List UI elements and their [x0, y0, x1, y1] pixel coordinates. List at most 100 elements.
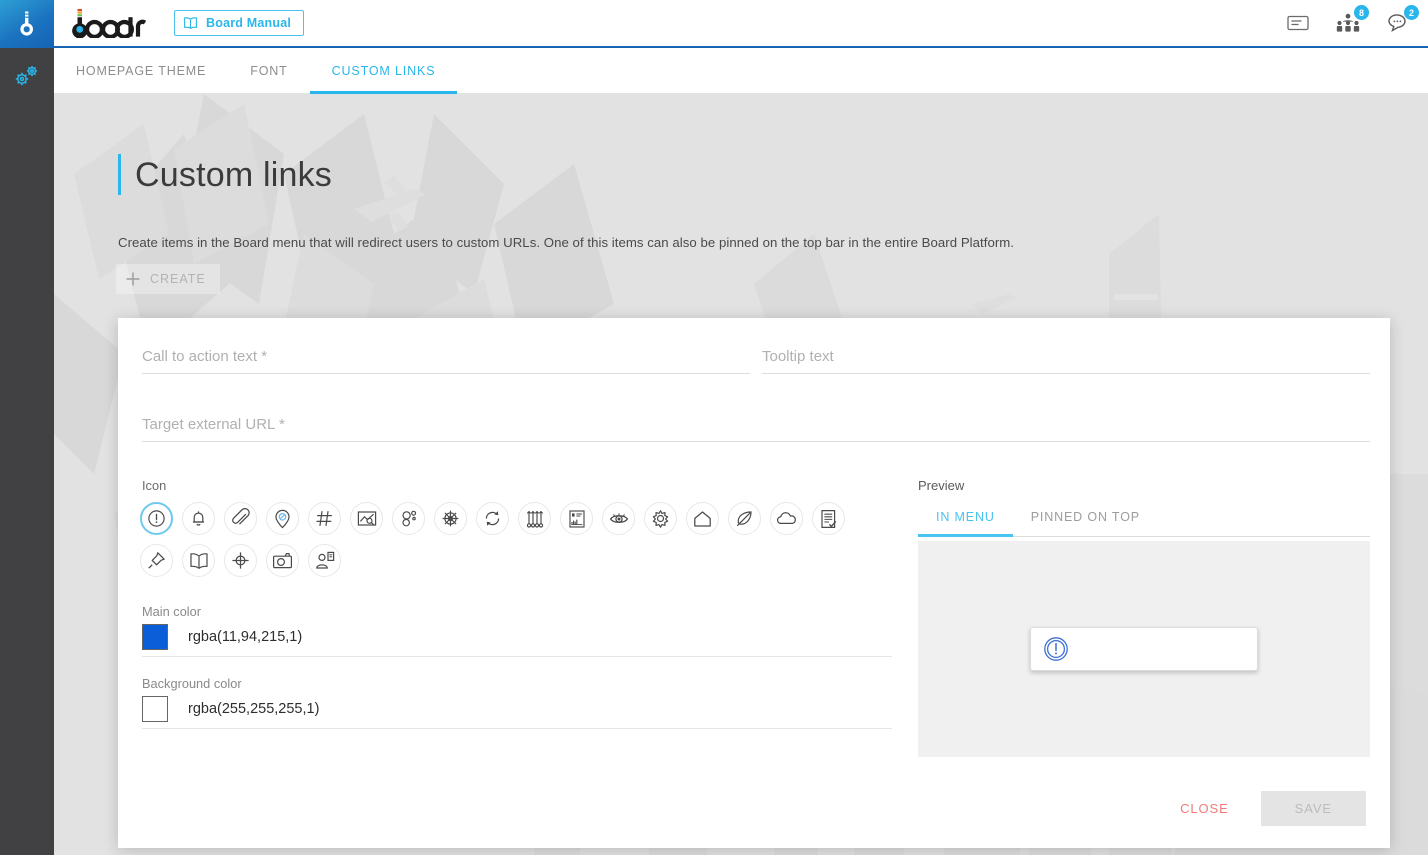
icon-option-ship-wheel-icon[interactable] [434, 502, 467, 535]
paperclip-icon [232, 508, 250, 525]
book-icon [184, 17, 197, 29]
bubbles-icon [402, 510, 417, 527]
people-badge: 8 [1354, 5, 1369, 20]
icon-option-chart-image-icon[interactable] [350, 502, 383, 535]
main-color-line: rgba(11,94,215,1) [142, 624, 892, 657]
board-manual-button[interactable]: Board Manual [174, 10, 305, 36]
icon-option-location-pin-icon[interactable] [266, 502, 299, 535]
icon-option-crosshair-icon[interactable] [224, 544, 257, 577]
icon-option-cloud-icon[interactable] [770, 502, 803, 535]
chat-bubble-icon[interactable]: 2 [1384, 5, 1419, 36]
tooltip-input[interactable] [762, 340, 1370, 373]
close-button[interactable]: CLOSE [1170, 793, 1239, 824]
page-body: Custom links Create items in the Board m… [54, 94, 1428, 855]
main-color-swatch[interactable] [142, 624, 168, 650]
main-color-row: Main color rgba(11,94,215,1) [142, 604, 892, 657]
background-color-line: rgba(255,255,255,1) [142, 696, 892, 729]
sliders-icon [526, 510, 543, 528]
alert-circle-icon [148, 510, 165, 527]
board-b-logo-icon [20, 11, 33, 36]
icon-option-gear-icon[interactable] [644, 502, 677, 535]
dialog-footer: CLOSE SAVE [1170, 791, 1366, 826]
background-color-row: Background color rgba(255,255,255,1) [142, 676, 892, 729]
page-content: Custom links Create items in the Board m… [54, 94, 1428, 855]
bell-icon [192, 511, 205, 526]
custom-link-dialog: Icon [118, 318, 1390, 848]
home-icon [694, 510, 711, 527]
user-clipboard-icon [315, 551, 334, 569]
chat-badge: 2 [1404, 5, 1419, 20]
preview-label: Preview [918, 478, 965, 493]
gear-icon [652, 510, 669, 528]
icon-option-sliders-icon[interactable] [518, 502, 551, 535]
gears-icon[interactable] [12, 62, 42, 90]
board-wordmark-icon [72, 9, 147, 38]
page-title: Custom links [135, 156, 333, 194]
camera-icon [273, 552, 292, 568]
icon-option-leaf-icon[interactable] [728, 502, 761, 535]
target-url-input[interactable] [142, 408, 1370, 441]
main-color-value: rgba(11,94,215,1) [188, 629, 303, 645]
icon-option-crop-frame-icon[interactable] [560, 502, 593, 535]
open-book-icon [189, 552, 208, 569]
card-glyph-icon [1287, 15, 1309, 31]
create-button[interactable]: CREATE [116, 264, 220, 294]
left-rail [0, 0, 54, 855]
tab-homepage-theme[interactable]: HOMEPAGE THEME [54, 50, 228, 94]
refresh-icon [485, 511, 500, 526]
plus-icon [126, 272, 140, 286]
icon-option-eye-icon[interactable] [602, 502, 635, 535]
dialog-body: Icon [118, 318, 1390, 848]
preview-tab-pinned-on-top[interactable]: PINNED ON TOP [1013, 504, 1158, 537]
cloud-icon [776, 512, 796, 525]
alert-circle-icon [1044, 637, 1068, 661]
card-icon[interactable] [1284, 10, 1312, 36]
settings-tabs: HOMEPAGE THEME FONT CUSTOM LINKS [54, 50, 1428, 94]
preview-tab-in-menu[interactable]: IN MENU [918, 504, 1013, 537]
call-to-action-input[interactable] [142, 340, 750, 373]
preview-menu-item-card [1030, 627, 1258, 671]
leaf-icon [736, 511, 752, 527]
call-to-action-field[interactable] [142, 340, 750, 374]
icon-option-bubbles-icon[interactable] [392, 502, 425, 535]
create-button-label: CREATE [150, 272, 206, 286]
icon-option-bell-icon[interactable] [182, 502, 215, 535]
icon-option-document-check-icon[interactable] [812, 502, 845, 535]
hashtag-icon [316, 511, 332, 526]
save-button[interactable]: SAVE [1260, 791, 1366, 826]
board-wordmark-logo[interactable] [72, 8, 152, 38]
title-accent-bar [118, 154, 121, 196]
icon-option-open-book-icon[interactable] [182, 544, 215, 577]
preview-tabs: IN MENU PINNED ON TOP [918, 504, 1370, 537]
document-check-icon [821, 509, 837, 528]
icon-picker-grid [140, 502, 880, 577]
pushpin-icon [148, 552, 165, 569]
people-group-icon[interactable]: 8 [1334, 5, 1369, 36]
crop-frame-icon [568, 509, 585, 528]
icon-option-refresh-icon[interactable] [476, 502, 509, 535]
icon-option-pushpin-icon[interactable] [140, 544, 173, 577]
tab-custom-links[interactable]: CUSTOM LINKS [309, 50, 458, 94]
top-bar: Board Manual 8 2 [54, 0, 1428, 48]
icon-option-home-icon[interactable] [686, 502, 719, 535]
eye-icon [609, 512, 628, 523]
location-pin-icon [275, 509, 290, 528]
crosshair-icon [232, 552, 249, 569]
icon-option-hashtag-icon[interactable] [308, 502, 341, 535]
topbar-actions: 8 2 [1284, 5, 1419, 36]
background-color-value: rgba(255,255,255,1) [188, 701, 320, 717]
icon-option-user-clipboard-icon[interactable] [308, 544, 341, 577]
icon-option-camera-icon[interactable] [266, 544, 299, 577]
icon-section-label: Icon [142, 478, 167, 493]
background-color-swatch[interactable] [142, 696, 168, 722]
tooltip-field[interactable] [762, 340, 1370, 374]
background-color-label: Background color [142, 676, 242, 691]
target-url-field[interactable] [142, 408, 1370, 442]
rail-logo[interactable] [0, 0, 54, 48]
icon-option-paperclip-icon[interactable] [224, 502, 257, 535]
page-description: Create items in the Board menu that will… [118, 235, 1015, 250]
icon-option-alert-circle-icon[interactable] [140, 502, 173, 535]
tab-font[interactable]: FONT [228, 50, 309, 94]
preview-stage [918, 541, 1370, 757]
ship-wheel-icon [442, 510, 459, 527]
